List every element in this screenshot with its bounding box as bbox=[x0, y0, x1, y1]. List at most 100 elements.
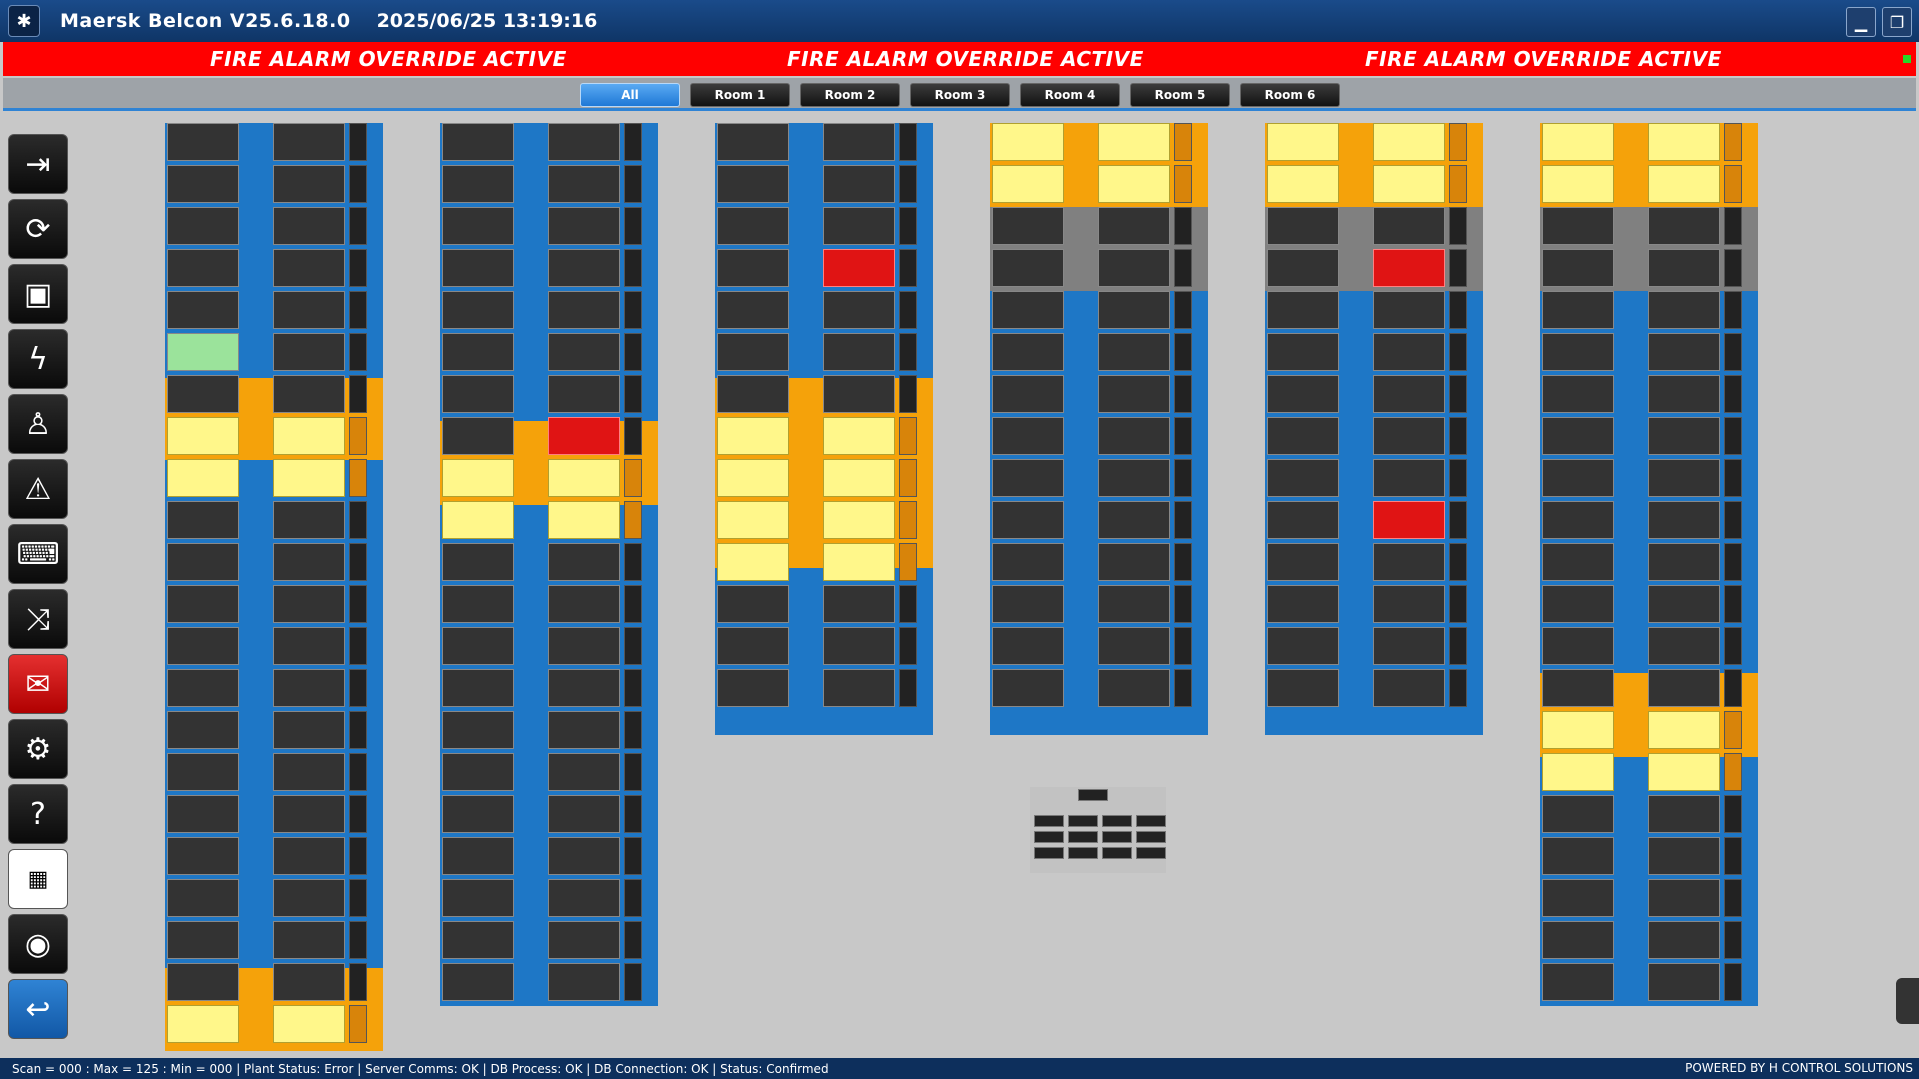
tunnel-unit[interactable] bbox=[273, 879, 345, 917]
tunnel-unit[interactable] bbox=[1267, 585, 1339, 623]
tunnel-unit[interactable] bbox=[1542, 711, 1614, 749]
tunnel-unit[interactable] bbox=[548, 585, 620, 623]
tunnel-unit[interactable] bbox=[167, 249, 239, 287]
save-icon[interactable]: ▣ bbox=[8, 264, 68, 324]
tunnel-unit[interactable] bbox=[548, 543, 620, 581]
side-panel-handle[interactable] bbox=[1896, 978, 1919, 1024]
tunnel-unit[interactable] bbox=[1267, 669, 1339, 707]
tunnel-unit[interactable] bbox=[1373, 249, 1445, 287]
tunnel-unit[interactable] bbox=[1648, 585, 1720, 623]
tunnel-unit[interactable] bbox=[1267, 543, 1339, 581]
tunnel-unit[interactable] bbox=[273, 1005, 345, 1043]
tunnel-unit[interactable] bbox=[717, 501, 789, 539]
tunnel-unit[interactable] bbox=[273, 459, 345, 497]
tunnel-unit[interactable] bbox=[167, 837, 239, 875]
tunnel-unit[interactable] bbox=[1373, 417, 1445, 455]
tunnel-unit[interactable] bbox=[823, 333, 895, 371]
tunnel-unit[interactable] bbox=[1542, 837, 1614, 875]
tunnel-unit[interactable] bbox=[1098, 501, 1170, 539]
tunnel-unit[interactable] bbox=[273, 291, 345, 329]
tunnel-unit[interactable] bbox=[442, 711, 514, 749]
tunnel-unit[interactable] bbox=[1098, 543, 1170, 581]
refresh-icon[interactable]: ⟳ bbox=[8, 199, 68, 259]
tunnel-unit[interactable] bbox=[548, 921, 620, 959]
tunnel-unit[interactable] bbox=[1267, 459, 1339, 497]
tunnel-unit[interactable] bbox=[167, 711, 239, 749]
tunnel-unit[interactable] bbox=[1648, 879, 1720, 917]
tunnel-unit[interactable] bbox=[167, 543, 239, 581]
tunnel-unit[interactable] bbox=[442, 459, 514, 497]
tunnel-unit[interactable] bbox=[1373, 501, 1445, 539]
room-panel-4[interactable] bbox=[990, 123, 1208, 735]
tunnel-unit[interactable] bbox=[823, 669, 895, 707]
tunnel-unit[interactable] bbox=[442, 963, 514, 1001]
tunnel-unit[interactable] bbox=[273, 627, 345, 665]
tab-room-2[interactable]: Room 2 bbox=[800, 83, 900, 107]
tunnel-unit[interactable] bbox=[717, 543, 789, 581]
tunnel-unit[interactable] bbox=[823, 375, 895, 413]
tunnel-unit[interactable] bbox=[442, 543, 514, 581]
tunnel-unit[interactable] bbox=[1648, 333, 1720, 371]
tunnel-unit[interactable] bbox=[1542, 375, 1614, 413]
tunnel-unit[interactable] bbox=[548, 165, 620, 203]
tunnel-unit[interactable] bbox=[442, 249, 514, 287]
tunnel-unit[interactable] bbox=[442, 165, 514, 203]
tunnel-unit[interactable] bbox=[992, 543, 1064, 581]
tunnel-unit[interactable] bbox=[1542, 795, 1614, 833]
tunnel-unit[interactable] bbox=[273, 711, 345, 749]
tunnel-unit[interactable] bbox=[1267, 123, 1339, 161]
tunnel-unit[interactable] bbox=[823, 249, 895, 287]
tunnel-unit[interactable] bbox=[442, 123, 514, 161]
tunnel-unit[interactable] bbox=[823, 627, 895, 665]
tunnel-unit[interactable] bbox=[442, 837, 514, 875]
tunnel-unit[interactable] bbox=[442, 879, 514, 917]
keyboard-icon[interactable]: ⌨ bbox=[8, 524, 68, 584]
tunnel-unit[interactable] bbox=[1373, 375, 1445, 413]
tunnel-unit[interactable] bbox=[442, 501, 514, 539]
tunnel-unit[interactable] bbox=[992, 207, 1064, 245]
tunnel-unit[interactable] bbox=[273, 375, 345, 413]
tunnel-unit[interactable] bbox=[823, 165, 895, 203]
lightning-icon[interactable]: ϟ bbox=[8, 329, 68, 389]
operator-icon[interactable]: ♙ bbox=[8, 394, 68, 454]
room-panel-1[interactable] bbox=[165, 123, 383, 1051]
tunnel-unit[interactable] bbox=[1098, 459, 1170, 497]
tunnel-unit[interactable] bbox=[273, 207, 345, 245]
tunnel-unit[interactable] bbox=[1648, 501, 1720, 539]
tunnel-unit[interactable] bbox=[992, 165, 1064, 203]
tunnel-unit[interactable] bbox=[1373, 123, 1445, 161]
tunnel-unit[interactable] bbox=[717, 375, 789, 413]
tunnel-unit[interactable] bbox=[823, 417, 895, 455]
tunnel-unit[interactable] bbox=[1373, 333, 1445, 371]
tunnel-unit[interactable] bbox=[442, 921, 514, 959]
tunnel-unit[interactable] bbox=[167, 921, 239, 959]
tunnel-unit[interactable] bbox=[442, 333, 514, 371]
tunnel-unit[interactable] bbox=[823, 543, 895, 581]
tunnel-unit[interactable] bbox=[548, 249, 620, 287]
tunnel-unit[interactable] bbox=[167, 375, 239, 413]
tunnel-unit[interactable] bbox=[273, 501, 345, 539]
tunnel-unit[interactable] bbox=[167, 291, 239, 329]
login-arrow-icon[interactable]: ⇥ bbox=[8, 134, 68, 194]
tunnel-unit[interactable] bbox=[992, 459, 1064, 497]
tunnel-unit[interactable] bbox=[167, 333, 239, 371]
tunnel-unit[interactable] bbox=[1648, 543, 1720, 581]
tunnel-unit[interactable] bbox=[1098, 585, 1170, 623]
tunnel-unit[interactable] bbox=[548, 669, 620, 707]
tunnel-unit[interactable] bbox=[167, 459, 239, 497]
tunnel-unit[interactable] bbox=[273, 249, 345, 287]
tunnel-unit[interactable] bbox=[273, 837, 345, 875]
tunnel-unit[interactable] bbox=[1098, 375, 1170, 413]
tunnel-unit[interactable] bbox=[1648, 207, 1720, 245]
user-gear-icon[interactable]: ⚙ bbox=[8, 719, 68, 779]
tunnel-unit[interactable] bbox=[1267, 291, 1339, 329]
tunnel-unit[interactable] bbox=[992, 375, 1064, 413]
tunnel-unit[interactable] bbox=[442, 627, 514, 665]
restore-icon[interactable]: ❐ bbox=[1882, 7, 1912, 37]
tunnel-unit[interactable] bbox=[992, 123, 1064, 161]
tunnel-unit[interactable] bbox=[548, 837, 620, 875]
tunnel-unit[interactable] bbox=[992, 669, 1064, 707]
tunnel-unit[interactable] bbox=[1098, 669, 1170, 707]
tunnel-unit[interactable] bbox=[548, 627, 620, 665]
tab-room-5[interactable]: Room 5 bbox=[1130, 83, 1230, 107]
